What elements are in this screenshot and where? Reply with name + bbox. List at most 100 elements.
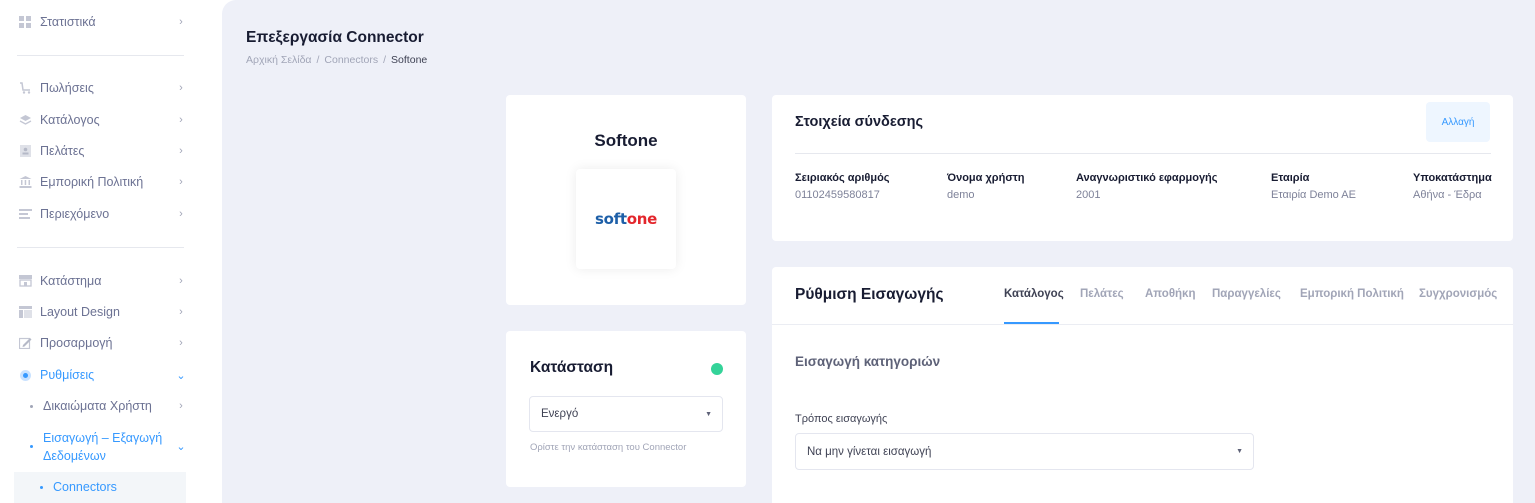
import-settings-card: Ρύθμιση Εισαγωγής Κατάλογος Πελάτες Αποθ… (772, 267, 1513, 503)
field-value: demo (947, 189, 975, 201)
sidebar-item-label: Εισαγωγή – Εξαγωγή Δεδομένων (43, 429, 162, 465)
page-title: Επεξεργασία Connector (246, 29, 424, 46)
sidebar-item-label: Περιεχόμενο (40, 207, 110, 221)
sidebar-item-statistics[interactable]: Στατιστικά › (0, 11, 200, 33)
breadcrumb-current: Softone (391, 54, 428, 66)
chevron-right-icon: › (179, 208, 183, 220)
settings-icon (18, 369, 32, 381)
breadcrumb: Αρχική Σελίδα / Connectors / Softone (246, 54, 427, 66)
chevron-right-icon: › (179, 145, 183, 157)
sidebar-item-store[interactable]: Κατάστημα › (0, 270, 200, 292)
layers-icon (18, 114, 32, 126)
grid-icon (18, 16, 32, 28)
import-mode-select[interactable]: Να μην γίνεται εισαγωγή ▼ (795, 433, 1254, 470)
field-value: 2001 (1076, 189, 1101, 201)
breadcrumb-home[interactable]: Αρχική Σελίδα (246, 54, 312, 66)
status-select[interactable]: Ενεργό ▼ (529, 396, 723, 432)
sidebar-item-label: Κατάλογος (40, 113, 100, 127)
field-label: Υποκατάστημα (1413, 172, 1492, 184)
sidebar-subitem-user-permissions[interactable]: Δικαιώματα Χρήστη › (0, 395, 200, 417)
breadcrumb-separator: / (383, 54, 387, 66)
field-branch: Υποκατάστημα Αθήνα - Έδρα (1413, 172, 1492, 201)
field-value: 01102459580817 (795, 189, 880, 201)
chevron-down-icon: ⌄ (176, 440, 186, 453)
bullet-icon (30, 404, 33, 408)
connection-details-card: Στοιχεία σύνδεσης Αλλαγή Σειριακός αριθμ… (772, 95, 1513, 241)
field-serial: Σειριακός αριθμός 01102459580817 (795, 172, 890, 201)
tab-warehouse[interactable]: Αποθήκη (1145, 288, 1196, 300)
sidebar-item-customers[interactable]: Πελάτες › (0, 140, 200, 162)
sidebar-item-catalog[interactable]: Κατάλογος › (0, 109, 200, 131)
chevron-right-icon: › (179, 176, 183, 188)
cart-icon (18, 82, 32, 94)
sidebar-item-label: Layout Design (40, 305, 120, 319)
layout-icon (18, 306, 32, 318)
sidebar-item-label: Πωλήσεις (40, 81, 94, 95)
status-help-text: Ορίστε την κατάσταση του Connector (530, 442, 687, 453)
store-icon (18, 275, 32, 287)
divider (795, 153, 1491, 154)
breadcrumb-connectors[interactable]: Connectors (324, 54, 378, 66)
label-line-2: Δεδομένων (43, 449, 106, 463)
sidebar-subitem-connectors[interactable]: Connectors (14, 472, 186, 503)
tab-catalog[interactable]: Κατάλογος (1004, 288, 1064, 300)
chevron-right-icon: › (179, 114, 183, 126)
text-icon (18, 208, 32, 220)
address-book-icon (18, 145, 32, 157)
import-mode-value: Να μην γίνεται εισαγωγή (807, 445, 932, 458)
sidebar-item-label: Connectors (53, 480, 117, 494)
caret-down-icon: ▼ (705, 410, 712, 418)
sidebar-item-label: Κατάστημα (40, 274, 102, 288)
tab-sync[interactable]: Συγχρονισμός (1419, 288, 1497, 300)
field-company: Εταιρία Εταιρία Demo AE (1271, 172, 1356, 201)
sidebar-divider (17, 55, 184, 56)
field-label: Σειριακός αριθμός (795, 172, 890, 184)
status-indicator (711, 363, 723, 375)
edit-icon (18, 337, 32, 349)
divider (772, 324, 1513, 325)
label-line-1: Εισαγωγή – Εξαγωγή (43, 431, 163, 445)
sidebar-subitem-import-export[interactable]: Εισαγωγή – Εξαγωγή Δεδομένων ⌄ (0, 429, 200, 463)
status-select-value: Ενεργό (541, 408, 579, 420)
breadcrumb-separator: / (316, 54, 320, 66)
field-username: Όνομα χρήστη demo (947, 172, 1024, 201)
sidebar-item-customization[interactable]: Προσαρμογή › (0, 332, 200, 354)
sidebar-item-label: Εμπορική Πολιτική (40, 175, 144, 189)
field-value: Εταιρία Demo AE (1271, 189, 1356, 201)
tab-customers[interactable]: Πελάτες (1080, 288, 1124, 300)
sidebar-item-content[interactable]: Περιεχόμενο › (0, 203, 200, 225)
sidebar-item-layout-design[interactable]: Layout Design › (0, 301, 200, 323)
sidebar-item-settings[interactable]: Ρυθμίσεις ⌄ (0, 364, 200, 386)
chevron-right-icon: › (179, 82, 183, 94)
section-title: Εισαγωγή κατηγοριών (795, 354, 941, 369)
bullet-icon (40, 486, 43, 489)
import-mode-label: Τρόπος εισαγωγής (795, 413, 888, 425)
bullet-icon (30, 444, 33, 448)
bank-icon (18, 176, 32, 188)
sidebar-item-label: Δικαιώματα Χρήστη (43, 399, 152, 413)
chevron-right-icon: › (179, 275, 183, 287)
chevron-down-icon: ⌄ (176, 369, 186, 382)
sidebar-item-sales[interactable]: Πωλήσεις › (0, 77, 200, 99)
sidebar-item-commercial-policy[interactable]: Εμπορική Πολιτική › (0, 171, 200, 193)
chevron-right-icon: › (179, 400, 183, 412)
connector-logo: softone (576, 169, 676, 269)
import-settings-title: Ρύθμιση Εισαγωγής (795, 286, 944, 303)
field-app-id: Αναγνωριστικό εφαρμογής 2001 (1076, 172, 1218, 201)
tab-commercial-policy[interactable]: Εμπορική Πολιτική (1300, 288, 1404, 300)
connector-card: Softone softone (506, 95, 746, 305)
field-value: Αθήνα - Έδρα (1413, 189, 1482, 201)
chevron-right-icon: › (179, 337, 183, 349)
sidebar-item-label: Ρυθμίσεις (40, 368, 95, 382)
status-title: Κατάσταση (530, 359, 614, 376)
field-label: Αναγνωριστικό εφαρμογής (1076, 172, 1218, 184)
sidebar-item-label: Πελάτες (40, 144, 85, 158)
change-button[interactable]: Αλλαγή (1426, 102, 1490, 142)
connector-name: Softone (594, 131, 658, 150)
chevron-right-icon: › (179, 306, 183, 318)
tab-orders[interactable]: Παραγγελίες (1212, 288, 1281, 300)
status-card: Κατάσταση Ενεργό ▼ Ορίστε την κατάσταση … (506, 331, 746, 487)
field-label: Εταιρία (1271, 172, 1310, 184)
sidebar-item-label: Προσαρμογή (40, 336, 113, 350)
connection-title: Στοιχεία σύνδεσης (795, 114, 924, 130)
